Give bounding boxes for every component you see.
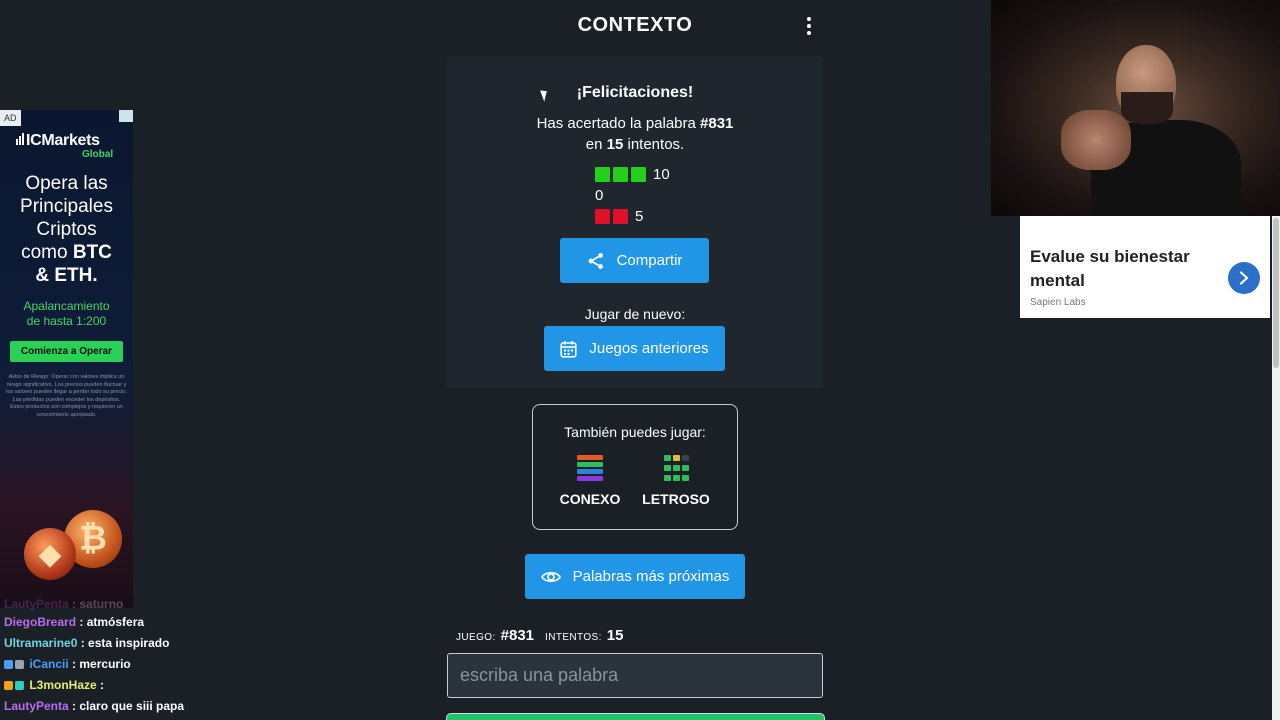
right-ad-source: Sapien Labs: [1030, 297, 1086, 308]
ad-disclaimer: Aviso de Riesgo: Operar con valores impl…: [6, 374, 127, 418]
distribution-row-green: 10: [595, 164, 670, 185]
word-input[interactable]: [447, 653, 823, 698]
submit-button[interactable]: [446, 713, 825, 720]
attempt-distribution: 10 0 5: [595, 164, 670, 227]
nearest-words-button[interactable]: Palabras más próximas: [525, 554, 745, 599]
letroso-link[interactable]: LETROSO: [631, 455, 721, 507]
chat-message: Ultramarine0 : esta inspirado: [4, 636, 170, 650]
distribution-row-yellow: 0: [595, 185, 670, 206]
chat-message: L3monHaze :: [4, 675, 204, 696]
webcam-overlay: [991, 0, 1280, 216]
more-vertical-icon[interactable]: [801, 16, 817, 36]
green-square: [631, 167, 646, 182]
distribution-count: 0: [595, 187, 604, 204]
result-text-word: Has acertado la palabra #831: [536, 115, 734, 132]
chat-message: LautyPenta : claro que siii papa: [4, 699, 185, 713]
congrats-heading: ¡Felicitaciones!: [576, 84, 694, 101]
distribution-count: 10: [653, 166, 670, 183]
green-square: [595, 167, 610, 182]
previous-games-button[interactable]: Juegos anteriores: [544, 326, 725, 371]
right-ad-title: Evalue su bienestar mental: [1030, 247, 1190, 290]
right-ad-card[interactable]: Evalue su bienestar mental Sapien Labs: [1020, 216, 1270, 318]
chat-overlay: LautyPenta : saturno DiegoBreard : atmós…: [4, 598, 204, 717]
scrollbar-thumb[interactable]: [1273, 218, 1279, 368]
also-play-card: También puedes jugar: CONEXO LETROSO: [532, 404, 738, 530]
ad-subheadline: Apalancamiento de hasta 1:200: [23, 299, 110, 328]
ad-headline: Opera las Principales Criptos como BTC &…: [20, 173, 113, 286]
conexo-icon: [577, 455, 603, 483]
chat-badge-icon: [4, 660, 13, 669]
right-ad-top: [1020, 216, 1270, 240]
distribution-row-red: 5: [595, 206, 670, 227]
word-number: #831: [700, 115, 734, 132]
left-ad-banner[interactable]: AD ICMarkets Global Opera las Principale…: [0, 110, 133, 608]
distribution-count: 5: [635, 208, 644, 225]
ad-info-icon[interactable]: [119, 110, 133, 122]
attempts-count: 15: [606, 136, 624, 153]
chat-message: iCancii : mercurio: [4, 654, 204, 675]
chat-badge-icon: [15, 660, 24, 669]
icmarkets-bars-icon: [16, 133, 24, 145]
chevron-right-icon[interactable]: [1228, 262, 1260, 294]
share-button[interactable]: Compartir: [560, 238, 709, 283]
calendar-icon: [560, 340, 577, 358]
attempts-value: 15: [606, 627, 624, 644]
eye-icon: [540, 571, 561, 582]
green-square: [613, 167, 628, 182]
chat-message: LautyPenta : saturno: [4, 598, 124, 611]
share-button-label: Compartir: [616, 252, 683, 269]
webcam-person-hands: [1061, 110, 1131, 170]
game-label: JUEGO:: [456, 632, 496, 643]
red-square: [595, 209, 610, 224]
chat-badge-icon: [4, 681, 13, 690]
game-value: #831: [500, 627, 535, 644]
previous-games-label: Juegos anteriores: [589, 340, 709, 357]
red-square: [613, 209, 628, 224]
ad-cta-button[interactable]: Comienza a Operar: [10, 341, 123, 362]
share-icon: [588, 252, 603, 269]
game-info: JUEGO: #831 INTENTOS: 15: [456, 627, 629, 644]
icmarkets-global: Global: [82, 149, 114, 160]
chat-badge-icon: [15, 681, 24, 690]
icmarkets-logo: ICMarkets: [16, 132, 100, 150]
conexo-label: CONEXO: [559, 491, 621, 507]
chat-message: DiegoBreard : atmósfera: [4, 615, 145, 629]
letroso-label: LETROSO: [642, 491, 710, 507]
ethereum-coin-icon: ◆: [24, 528, 76, 580]
nearest-words-label: Palabras más próximas: [572, 568, 730, 585]
letroso-icon: [663, 455, 689, 483]
also-play-title: También puedes jugar:: [564, 424, 706, 440]
webcam-person-beard: [1121, 92, 1173, 124]
result-card: ¡Felicitaciones! Has acertado la palabra…: [447, 56, 823, 388]
conexo-link[interactable]: CONEXO: [545, 455, 635, 507]
play-again-label: Jugar de nuevo:: [584, 306, 686, 322]
result-text-attempts: en 15 intentos.: [585, 136, 685, 153]
attempts-label: INTENTOS:: [545, 632, 602, 643]
ad-badge: AD: [0, 110, 21, 126]
